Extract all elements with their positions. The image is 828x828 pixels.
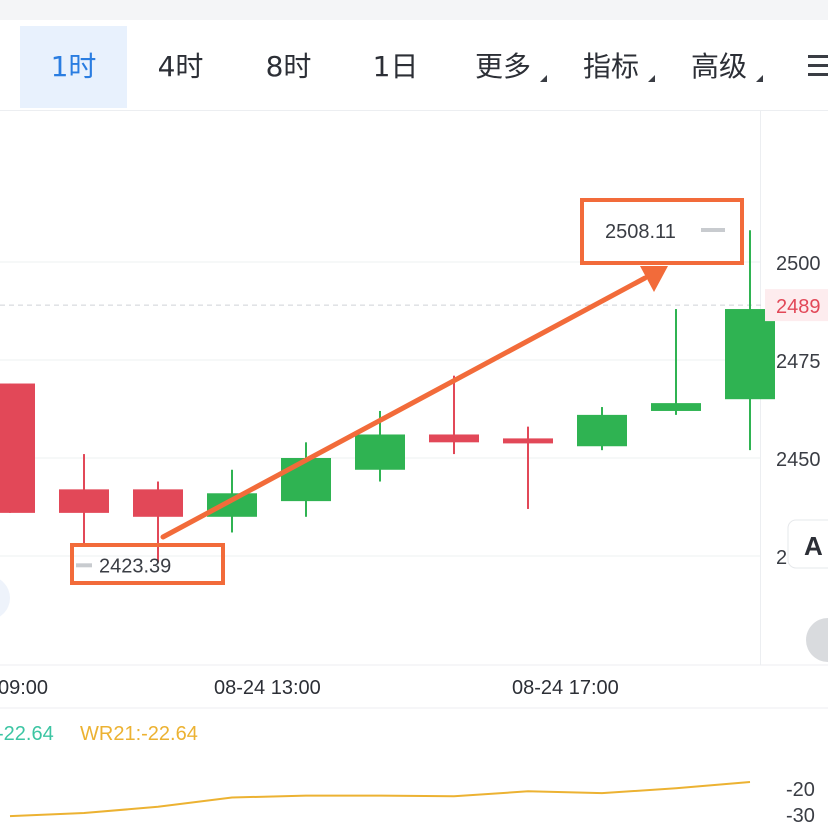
low-price-label: 2423.39 [99,555,171,577]
x-tick-label: 08-24 17:00 [512,677,619,699]
candle-body[interactable] [0,383,35,513]
x-tick-label: 08-24 13:00 [214,677,321,699]
side-float-button-label: A [804,531,823,561]
candle-body[interactable] [59,489,109,513]
candle-body[interactable] [651,403,701,411]
candle-body[interactable] [207,493,257,517]
high-price-label: 2508.11 [605,221,676,243]
x-tick-label: 09:00 [0,677,48,699]
candle-body[interactable] [281,458,331,502]
indicator-y-tick-label: -20 [786,779,815,801]
indicator-label: WR21:-22.64 [80,723,198,745]
candle-body[interactable] [725,309,775,400]
candle-body[interactable] [503,438,553,444]
reset-view-button[interactable] [806,618,828,662]
candlestick-chart[interactable]: 2500 2475 2450 2 2489 09:00 08-24 13:00 08-24 1… [0,0,828,828]
current-price-label: 2489 [776,296,821,318]
wr21-line [9,781,751,818]
y-tick-label: 2 [776,547,787,569]
candle-body[interactable] [577,414,627,447]
candle-body[interactable] [355,434,405,470]
candle-body[interactable] [429,434,479,443]
indicator-label: -22.64 [0,723,54,745]
candle-body[interactable] [133,489,183,517]
floating-circle-button[interactable] [0,576,10,620]
indicator-y-tick-label: -30 [786,805,815,827]
y-tick-label: 2500 [776,253,821,275]
y-tick-label: 2475 [776,351,821,373]
y-tick-label: 2450 [776,449,821,471]
trend-arrow-line [160,275,648,540]
